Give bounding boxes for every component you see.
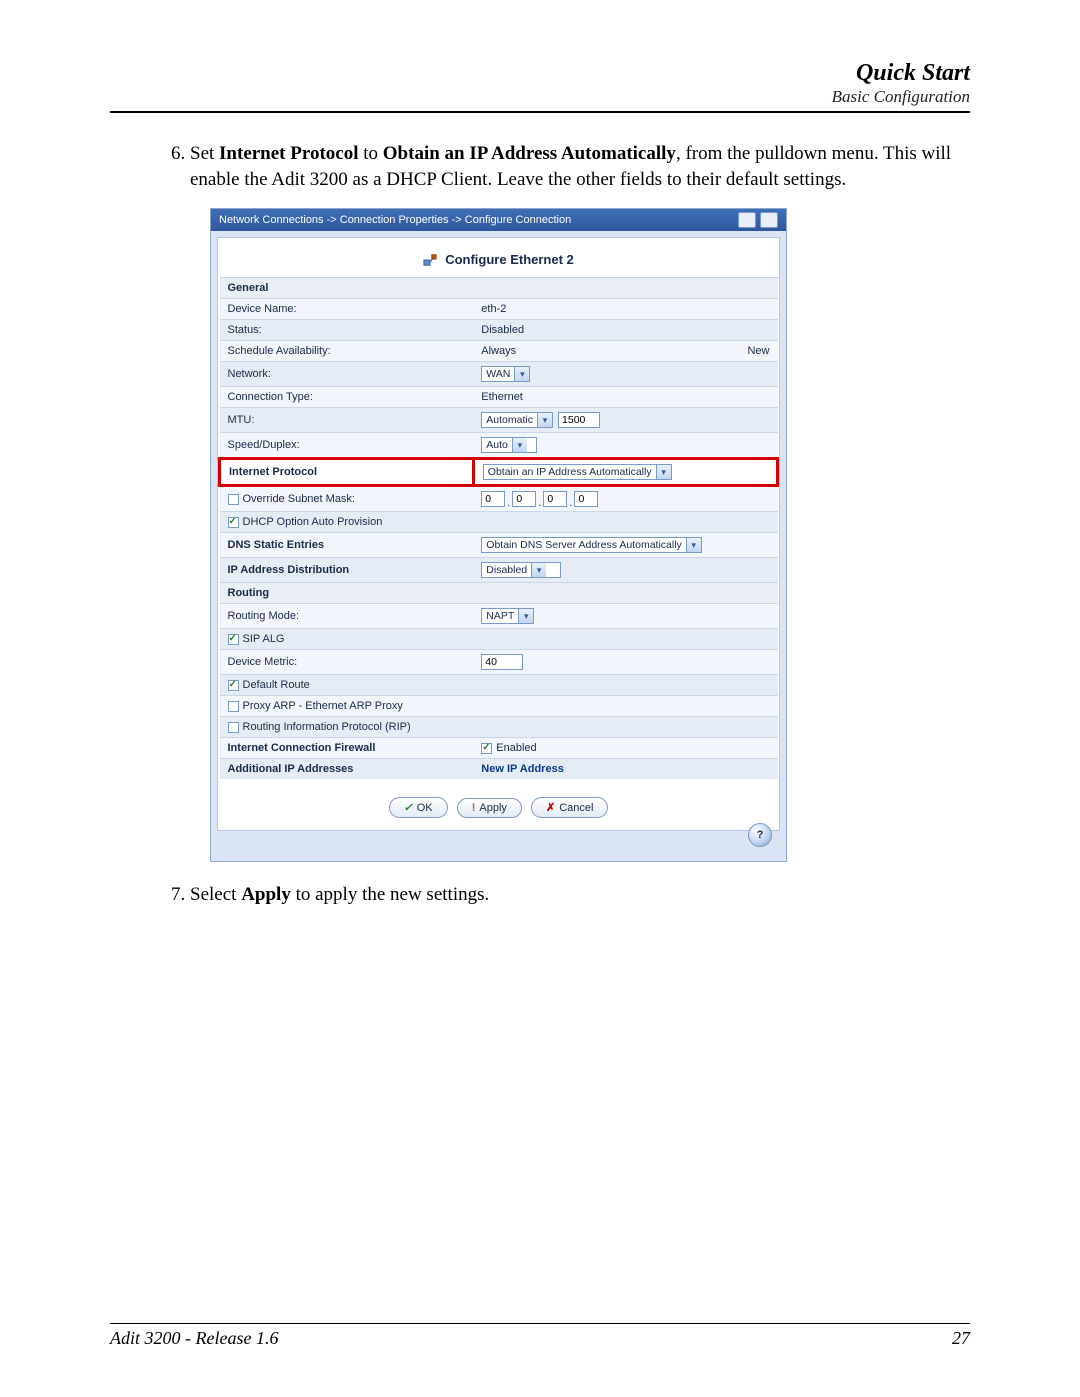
- page-number: 27: [952, 1328, 970, 1349]
- internet-protocol-select[interactable]: Obtain an IP Address Automatically▾: [483, 464, 672, 480]
- section-routing: Routing: [220, 583, 778, 604]
- exclamation-icon: !: [472, 802, 476, 814]
- dns-static-select[interactable]: Obtain DNS Server Address Automatically▾: [481, 537, 702, 553]
- chevron-down-icon: ▾: [686, 538, 701, 552]
- subnet-oct-2[interactable]: [512, 491, 536, 507]
- connection-type-label: Connection Type:: [220, 387, 474, 408]
- step-7: Select Apply to apply the new settings.: [190, 882, 970, 908]
- device-name-label: Device Name:: [220, 299, 474, 320]
- chevron-down-icon: ▾: [531, 563, 546, 577]
- config-screenshot: Network Connections -> Connection Proper…: [210, 208, 787, 862]
- firewall-label: Internet Connection Firewall: [220, 738, 474, 759]
- footer-divider: [110, 1323, 970, 1324]
- additional-ip-label: Additional IP Addresses: [220, 759, 474, 780]
- device-metric-label: Device Metric:: [220, 650, 474, 675]
- sip-alg-row: SIP ALG: [220, 629, 778, 650]
- x-icon: ✗: [546, 801, 555, 814]
- ip-distribution-select[interactable]: Disabled▾: [481, 562, 561, 578]
- chevron-down-icon: ▾: [537, 413, 552, 427]
- connection-type-value: Ethernet: [473, 387, 732, 408]
- schedule-availability-label: Schedule Availability:: [220, 341, 474, 362]
- default-route-row: Default Route: [220, 675, 778, 696]
- rip-row: Routing Information Protocol (RIP): [220, 717, 778, 738]
- chevron-down-icon: ▾: [656, 465, 671, 479]
- sitemap-icon[interactable]: [738, 212, 756, 228]
- chevron-down-icon: ▾: [512, 438, 527, 452]
- routing-mode-select[interactable]: NAPT▾: [481, 608, 534, 624]
- network-label: Network:: [220, 362, 474, 387]
- header-divider: [110, 111, 970, 113]
- ok-button[interactable]: ✓OK: [389, 797, 448, 818]
- override-subnet-label: Override Subnet Mask:: [220, 486, 474, 512]
- sip-alg-checkbox[interactable]: [228, 634, 239, 645]
- breadcrumb[interactable]: Network Connections -> Connection Proper…: [219, 213, 571, 227]
- schedule-new-link[interactable]: New: [747, 345, 769, 357]
- running-head-title: Quick Start: [110, 60, 970, 87]
- proxy-arp-checkbox[interactable]: [228, 701, 239, 712]
- dhcp-auto-provision-checkbox[interactable]: [228, 517, 239, 528]
- breadcrumb-bar: Network Connections -> Connection Proper…: [211, 209, 786, 231]
- speed-duplex-label: Speed/Duplex:: [220, 433, 474, 459]
- section-general: General: [220, 278, 778, 299]
- nic-icon: [423, 253, 437, 267]
- default-route-checkbox[interactable]: [228, 680, 239, 691]
- ip-distribution-label: IP Address Distribution: [220, 558, 474, 583]
- running-head-subtitle: Basic Configuration: [110, 87, 970, 107]
- network-select[interactable]: WAN▾: [481, 366, 530, 382]
- dhcp-auto-provision-row: DHCP Option Auto Provision: [220, 512, 778, 533]
- status-value: Disabled: [473, 320, 732, 341]
- routing-mode-label: Routing Mode:: [220, 604, 474, 629]
- dns-static-label: DNS Static Entries: [220, 533, 474, 558]
- internet-protocol-label: Internet Protocol: [220, 459, 474, 486]
- override-subnet-checkbox[interactable]: [228, 494, 239, 505]
- override-subnet-input[interactable]: . . .: [481, 491, 598, 507]
- device-metric-input[interactable]: [481, 654, 523, 670]
- step-6: Set Internet Protocol to Obtain an IP Ad…: [190, 141, 970, 192]
- proxy-arp-row: Proxy ARP - Ethernet ARP Proxy: [220, 696, 778, 717]
- device-name-value: eth-2: [473, 299, 732, 320]
- apply-button[interactable]: !Apply: [457, 798, 522, 818]
- schedule-availability-value: Always: [473, 341, 732, 362]
- mtu-mode-select[interactable]: Automatic▾: [481, 412, 553, 428]
- subnet-oct-1[interactable]: [481, 491, 505, 507]
- rip-checkbox[interactable]: [228, 722, 239, 733]
- log-icon[interactable]: [760, 212, 778, 228]
- firewall-enabled-checkbox[interactable]: [481, 743, 492, 754]
- chevron-down-icon: ▾: [514, 367, 529, 381]
- subnet-oct-4[interactable]: [574, 491, 598, 507]
- cancel-button[interactable]: ✗Cancel: [531, 797, 608, 818]
- speed-duplex-select[interactable]: Auto▾: [481, 437, 537, 453]
- subnet-oct-3[interactable]: [543, 491, 567, 507]
- check-icon: ✓: [404, 801, 413, 814]
- status-label: Status:: [220, 320, 474, 341]
- mtu-label: MTU:: [220, 408, 474, 433]
- footer-product: Adit 3200 - Release 1.6: [110, 1328, 278, 1349]
- new-ip-address-link[interactable]: New IP Address: [481, 763, 564, 775]
- chevron-down-icon: ▾: [518, 609, 533, 623]
- page-title: Configure Ethernet 2: [218, 238, 779, 277]
- mtu-input[interactable]: [558, 412, 600, 428]
- firewall-enabled-row: Enabled: [473, 738, 777, 759]
